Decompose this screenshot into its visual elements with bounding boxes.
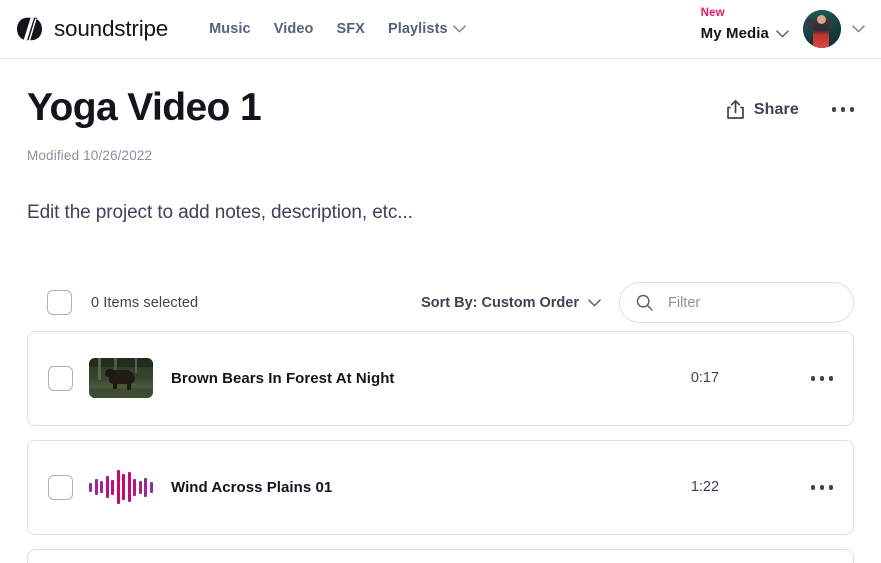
selected-count-label: 0 Items selected (91, 295, 198, 311)
filter-search-box[interactable] (619, 282, 854, 323)
waveform-bar (144, 478, 147, 497)
nav-item-sfx-label: SFX (336, 21, 365, 37)
table-row-partial-clip (27, 549, 854, 563)
title-row: Yoga Video 1 Share (27, 88, 854, 129)
my-media-menu[interactable]: New My Media (701, 16, 789, 42)
sort-by-label: Sort By: Custom Order (421, 295, 579, 311)
row-more-button[interactable] (811, 485, 833, 489)
chevron-down-icon (776, 30, 789, 38)
search-icon (636, 294, 653, 311)
primary-nav: Music Video SFX Playlists (209, 21, 466, 37)
nav-item-playlists[interactable]: Playlists (388, 21, 466, 37)
media-list: Brown Bears In Forest At Night 0:17 Wind… (27, 331, 854, 563)
brand-logo-link[interactable]: soundstripe (16, 16, 168, 42)
more-horizontal-icon (820, 376, 824, 380)
share-upload-icon (726, 99, 745, 120)
waveform-bar (117, 470, 120, 504)
chevron-down-icon (852, 25, 865, 33)
project-page: Yoga Video 1 Share Modified 10/26/2022 (0, 88, 881, 563)
table-row[interactable] (27, 549, 854, 563)
table-row[interactable]: Brown Bears In Forest At Night 0:17 (27, 331, 854, 426)
row-title: Wind Across Plains 01 (171, 479, 691, 496)
chevron-down-icon (453, 25, 466, 33)
waveform-bar (128, 472, 131, 502)
share-button[interactable]: Share (726, 99, 799, 120)
project-more-button[interactable] (832, 107, 854, 111)
account-menu[interactable] (803, 10, 865, 48)
nav-item-playlists-label: Playlists (388, 21, 448, 37)
header-right-group: New My Media (701, 10, 865, 48)
filter-input[interactable] (668, 295, 837, 311)
waveform-bar (133, 479, 136, 496)
new-badge: New (701, 7, 725, 19)
soundstripe-logo-icon (16, 17, 45, 41)
nav-item-music-label: Music (209, 21, 251, 37)
row-select-checkbox[interactable] (48, 475, 73, 500)
project-description: Edit the project to add notes, descripti… (27, 202, 854, 224)
more-horizontal-icon (829, 485, 833, 489)
nav-item-video-label: Video (274, 21, 314, 37)
row-select-checkbox[interactable] (48, 366, 73, 391)
site-header: soundstripe Music Video SFX Playlists Ne… (0, 0, 881, 59)
more-horizontal-icon (850, 107, 854, 111)
nav-item-video[interactable]: Video (274, 21, 314, 37)
waveform-bar (122, 474, 125, 500)
table-row[interactable]: Wind Across Plains 01 1:22 (27, 440, 854, 535)
row-title: Brown Bears In Forest At Night (171, 370, 691, 387)
row-duration: 1:22 (691, 479, 811, 495)
project-actions: Share (726, 88, 854, 120)
modified-date: Modified 10/26/2022 (27, 148, 854, 163)
more-horizontal-icon (832, 107, 836, 111)
waveform-bar (100, 481, 103, 493)
list-toolbar: 0 Items selected Sort By: Custom Order (27, 283, 854, 323)
nav-item-sfx[interactable]: SFX (336, 21, 365, 37)
avatar[interactable] (803, 10, 841, 48)
row-more-button[interactable] (811, 376, 833, 380)
video-thumbnail-bear (89, 358, 153, 398)
more-horizontal-icon (841, 107, 845, 111)
waveform-bar (95, 479, 98, 495)
share-button-label: Share (754, 101, 799, 119)
audio-waveform-icon (89, 465, 153, 509)
my-media-label: My Media (701, 25, 769, 42)
more-horizontal-icon (820, 485, 824, 489)
more-horizontal-icon (811, 485, 815, 489)
sort-by-dropdown[interactable]: Sort By: Custom Order (421, 295, 601, 311)
waveform-bar (89, 483, 92, 492)
select-all-checkbox[interactable] (47, 290, 72, 315)
brand-name: soundstripe (54, 16, 168, 42)
waveform-bar (111, 480, 114, 495)
waveform-bar (106, 476, 109, 498)
page-title: Yoga Video 1 (27, 88, 261, 129)
chevron-down-icon (588, 299, 601, 307)
more-horizontal-icon (829, 376, 833, 380)
waveform-bar (139, 481, 142, 494)
nav-item-music[interactable]: Music (209, 21, 251, 37)
more-horizontal-icon (811, 376, 815, 380)
waveform-bar (150, 482, 153, 493)
row-duration: 0:17 (691, 370, 811, 386)
